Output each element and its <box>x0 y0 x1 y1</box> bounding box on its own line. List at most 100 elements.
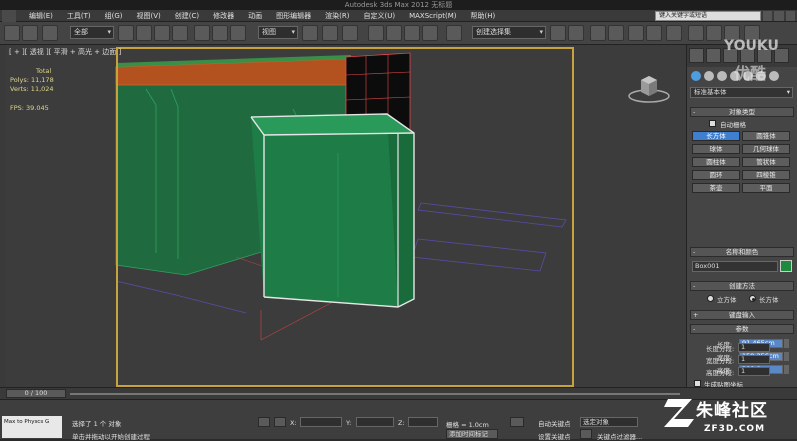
angle-snap-icon[interactable] <box>386 25 402 41</box>
torus-button[interactable]: 圆环 <box>692 170 740 180</box>
box-radio[interactable] <box>749 295 756 302</box>
auto-key-button[interactable]: 自动关键点 <box>538 418 571 428</box>
scale-icon[interactable] <box>230 25 246 41</box>
cone-button[interactable]: 圆锥体 <box>742 131 790 141</box>
close-icon[interactable] <box>785 11 795 21</box>
object-name-field[interactable]: Box001 <box>692 261 778 272</box>
menu-rendering[interactable]: 渲染(R) <box>318 10 356 22</box>
search-input[interactable]: 键入关键字或短语 <box>655 11 761 21</box>
app-icon[interactable] <box>2 10 16 22</box>
selected-object-dropdown[interactable]: 选定对象 <box>580 417 638 427</box>
selection-filter-select[interactable]: 全部 <box>70 26 114 39</box>
height-spinner[interactable] <box>784 365 789 374</box>
render-setup-icon[interactable] <box>688 25 704 41</box>
named-selection-select[interactable]: 创建选择集 <box>472 26 546 39</box>
cube-radio[interactable] <box>707 295 714 302</box>
rollout-name-color[interactable]: - 名称和颜色 <box>690 247 794 257</box>
keyboard-shortcut-icon[interactable] <box>342 25 358 41</box>
undo-icon[interactable] <box>4 25 20 41</box>
maxscript-listener[interactable]: Max to Physcs G <box>2 416 62 438</box>
rotate-icon[interactable] <box>212 25 228 41</box>
manipulate-icon[interactable] <box>322 25 338 41</box>
window-crossing-icon[interactable] <box>172 25 188 41</box>
perspective-viewport[interactable]: [ + ][ 透视 ][ 平滑 + 高光 + 边面 ] Total Polys:… <box>6 45 686 387</box>
curve-editor-icon[interactable] <box>628 25 644 41</box>
menu-tools[interactable]: 工具(T) <box>60 10 98 22</box>
autogrid-checkbox[interactable] <box>709 120 716 127</box>
menu-graph-editors[interactable]: 图形编辑器 <box>269 10 318 22</box>
object-color-swatch[interactable] <box>780 260 792 272</box>
absolute-mode-icon[interactable] <box>274 417 286 427</box>
z-coord-field[interactable] <box>408 417 438 427</box>
rollout-object-type[interactable]: - 对象类型 <box>690 107 794 117</box>
geosphere-button[interactable]: 几何球体 <box>742 144 790 154</box>
maximize-icon[interactable] <box>774 11 784 21</box>
gen-mapping-checkbox[interactable] <box>694 380 701 387</box>
schematic-view-icon[interactable] <box>646 25 662 41</box>
viewcube-icon[interactable] <box>626 70 672 104</box>
create-tab-icon[interactable] <box>689 48 704 63</box>
plane-button[interactable]: 平面 <box>742 183 790 193</box>
key-icon[interactable] <box>580 429 592 439</box>
menu-customize[interactable]: 自定义(U) <box>356 10 402 22</box>
lock-selection-icon[interactable] <box>258 417 270 427</box>
align-icon[interactable] <box>568 25 584 41</box>
width-spinner[interactable] <box>784 352 789 361</box>
rect-selection-icon[interactable] <box>154 25 170 41</box>
systems-icon[interactable] <box>769 71 779 81</box>
sphere-button[interactable]: 球体 <box>692 144 740 154</box>
lights-icon[interactable] <box>717 71 727 81</box>
rendered-frame-icon[interactable] <box>706 25 722 41</box>
y-coord-field[interactable] <box>356 417 394 427</box>
minimize-icon[interactable] <box>763 11 773 21</box>
menu-modifiers[interactable]: 修改器 <box>206 10 241 22</box>
move-icon[interactable] <box>194 25 210 41</box>
percent-snap-icon[interactable] <box>404 25 420 41</box>
x-coord-field[interactable] <box>300 417 342 427</box>
main-toolbar: 全部 视图 创建选择集 <box>0 22 797 45</box>
length-segs-input[interactable]: 1 <box>738 343 770 352</box>
menu-edit[interactable]: 编辑(E) <box>22 10 60 22</box>
timeline-track[interactable] <box>70 393 680 395</box>
ref-coord-select[interactable]: 视图 <box>258 26 298 39</box>
length-spinner[interactable] <box>784 339 789 348</box>
primitive-type-dropdown[interactable]: 标准基本体 <box>690 87 793 98</box>
tube-button[interactable]: 管状体 <box>742 157 790 167</box>
time-slider[interactable]: 0 / 100 <box>6 389 66 398</box>
height-segs-input[interactable]: 1 <box>738 367 770 376</box>
graphite-icon[interactable] <box>608 25 624 41</box>
layer-manager-icon[interactable] <box>590 25 606 41</box>
select-object-icon[interactable] <box>118 25 134 41</box>
add-time-tag-button[interactable]: 添加时间标记 <box>446 429 498 439</box>
key-filters-button[interactable]: 关键点过滤器... <box>597 431 642 441</box>
redo-icon[interactable] <box>22 25 38 41</box>
menu-maxscript[interactable]: MAXScript(M) <box>402 10 463 22</box>
cylinder-button[interactable]: 圆柱体 <box>692 157 740 167</box>
material-editor-icon[interactable] <box>666 25 682 41</box>
menu-group[interactable]: 组(G) <box>98 10 130 22</box>
link-icon[interactable] <box>42 25 58 41</box>
snap-3-icon[interactable] <box>368 25 384 41</box>
mirror-icon[interactable] <box>550 25 566 41</box>
time-config-icon[interactable] <box>510 417 524 427</box>
spinner-snap-icon[interactable] <box>422 25 438 41</box>
edit-named-sel-icon[interactable] <box>446 25 462 41</box>
select-by-name-icon[interactable] <box>136 25 152 41</box>
width-segs-input[interactable]: 1 <box>738 355 770 364</box>
set-key-button[interactable]: 设置关键点 <box>538 431 571 441</box>
menu-animation[interactable]: 动画 <box>241 10 269 22</box>
modify-tab-icon[interactable] <box>706 48 721 63</box>
teapot-button[interactable]: 茶壶 <box>692 183 740 193</box>
pyramid-button[interactable]: 四棱锥 <box>742 170 790 180</box>
menu-help[interactable]: 帮助(H) <box>464 10 503 22</box>
rollout-parameters[interactable]: - 参数 <box>690 324 794 334</box>
menu-create[interactable]: 创建(C) <box>168 10 206 22</box>
box-button[interactable]: 长方体 <box>692 131 740 141</box>
viewport-label[interactable]: [ + ][ 透视 ][ 平滑 + 高光 + 边面 ] <box>9 47 121 57</box>
geometry-icon[interactable] <box>691 71 701 81</box>
menu-views[interactable]: 视图(V) <box>130 10 168 22</box>
rollout-creation-method[interactable]: - 创建方法 <box>690 281 794 291</box>
shapes-icon[interactable] <box>704 71 714 81</box>
pivot-center-icon[interactable] <box>302 25 318 41</box>
rollout-keyboard-entry[interactable]: + 键盘输入 <box>690 310 794 320</box>
